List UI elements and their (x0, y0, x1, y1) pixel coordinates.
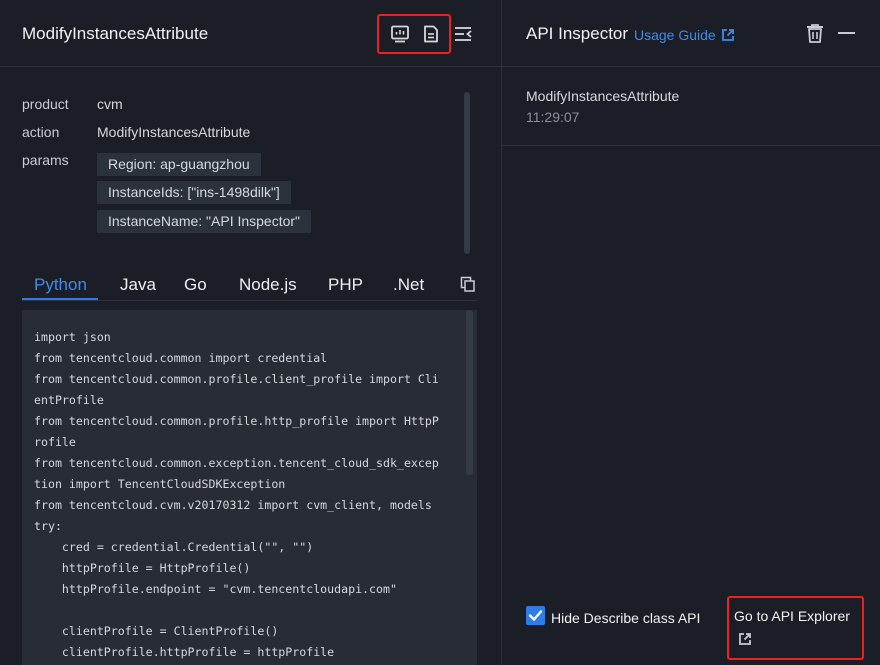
external-link-icon[interactable] (738, 632, 752, 646)
hide-describe-checkbox[interactable] (526, 606, 545, 625)
code-block: import json from tencentcloud.common imp… (22, 310, 477, 665)
collapse-panel-icon[interactable] (451, 22, 475, 46)
code-panel-title: ModifyInstancesAttribute (22, 24, 209, 43)
inspector-header: API Inspector Usage Guide (502, 0, 880, 67)
tab-dotnet[interactable]: .Net (393, 275, 424, 295)
api-explorer-link[interactable]: Go to API Explorer (734, 608, 850, 624)
product-label: product (22, 96, 69, 112)
param-chip: InstanceIds: ["ins-1498dilk"] (97, 181, 291, 204)
monitor-icon[interactable] (388, 22, 412, 46)
tab-python[interactable]: Python (34, 275, 87, 295)
params-scrollbar[interactable] (464, 92, 470, 254)
hide-describe-label[interactable]: Hide Describe class API (551, 608, 701, 629)
code-panel: ModifyInstancesAttribute product cvm act… (0, 0, 501, 665)
checkmark-icon (528, 610, 543, 621)
action-label: action (22, 124, 60, 140)
api-call-name: ModifyInstancesAttribute (526, 88, 680, 104)
usage-guide-link[interactable]: Usage Guide (634, 27, 735, 43)
highlight-box-explorer (727, 596, 864, 660)
code-scrollbar[interactable] (466, 310, 473, 475)
usage-guide-label: Usage Guide (634, 27, 716, 43)
tab-java[interactable]: Java (120, 275, 156, 295)
document-icon[interactable] (419, 22, 443, 46)
request-params: product cvm action ModifyInstancesAttrib… (0, 80, 501, 260)
api-call-time: 11:29:07 (526, 109, 580, 125)
tab-go[interactable]: Go (184, 275, 207, 295)
product-value: cvm (97, 96, 123, 112)
trash-icon[interactable] (804, 22, 826, 44)
code-panel-header: ModifyInstancesAttribute (0, 0, 501, 67)
inspector-panel: API Inspector Usage Guide ModifyInstance… (502, 0, 880, 665)
inspector-title: API Inspector (526, 24, 629, 43)
active-tab-indicator (22, 298, 98, 300)
api-call-entry[interactable]: ModifyInstancesAttribute 11:29:07 (502, 67, 880, 146)
param-chip: Region: ap-guangzhou (97, 153, 261, 176)
copy-icon[interactable] (460, 276, 476, 292)
minimize-icon[interactable] (836, 22, 858, 44)
tab-nodejs[interactable]: Node.js (239, 275, 297, 295)
language-tabs: Python Java Go Node.js PHP .Net (22, 268, 477, 301)
param-chip: InstanceName: "API Inspector" (97, 210, 312, 233)
params-label: params (22, 152, 69, 168)
code-text: import json from tencentcloud.common imp… (34, 330, 439, 659)
action-value: ModifyInstancesAttribute (97, 124, 251, 140)
external-link-icon (721, 29, 734, 41)
tab-php[interactable]: PHP (328, 275, 363, 295)
